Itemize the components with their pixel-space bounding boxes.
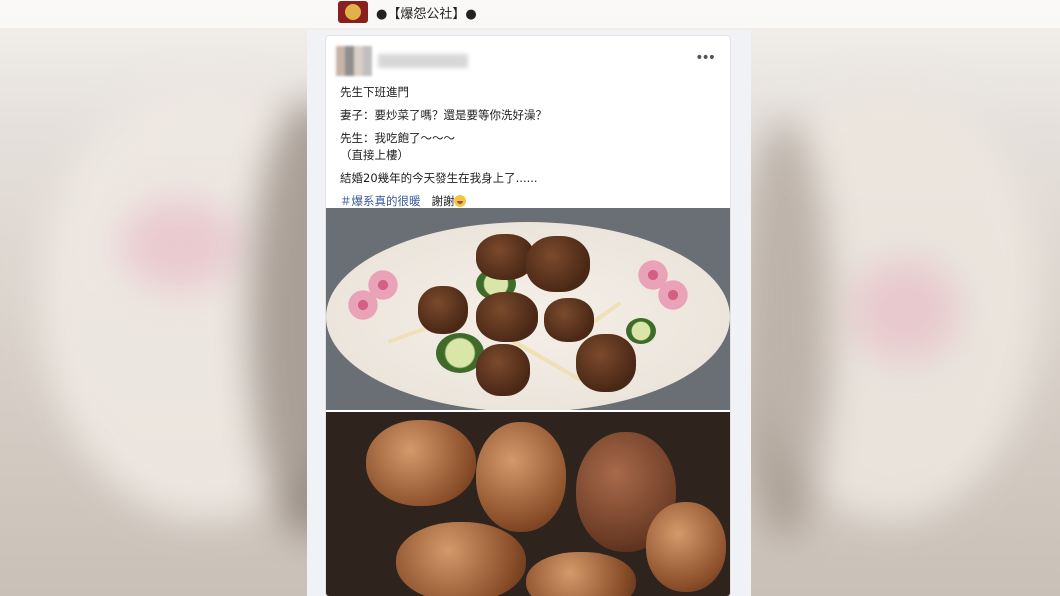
post-line: 結婚20幾年的今天發生在我身上了...... <box>340 171 538 185</box>
page-avatar[interactable] <box>338 1 368 23</box>
plate-flower <box>636 258 670 292</box>
beef-cube <box>544 298 594 342</box>
background-flower-left <box>120 200 240 290</box>
more-options-icon[interactable]: ••• <box>695 50 716 66</box>
pork-knuckle <box>396 522 526 596</box>
post-photo-pork[interactable] <box>326 412 730 596</box>
pork-knuckle <box>366 420 476 506</box>
beef-cube <box>476 344 530 396</box>
page-header: ●【爆怨公社】● <box>338 0 477 24</box>
post-line: 先生下班進門 <box>340 85 409 99</box>
post-author <box>336 46 468 76</box>
beef-cube <box>576 334 636 392</box>
pork-knuckle <box>476 422 566 532</box>
beef-cube <box>418 286 468 334</box>
beef-cube <box>476 292 538 342</box>
pork-knuckle <box>526 552 636 596</box>
author-avatar-blurred[interactable] <box>336 46 372 76</box>
post-line: （直接上樓） <box>340 148 409 162</box>
post-card: ••• 先生下班進門 妻子：要炒菜了嗎？還是要等你洗好澡？ 先生：我吃飽了～～～… <box>326 36 730 596</box>
background-flower-right <box>850 260 960 360</box>
post-text: 先生下班進門 妻子：要炒菜了嗎？還是要等你洗好澡？ 先生：我吃飽了～～～ （直接… <box>340 84 720 210</box>
plate-flower <box>366 268 400 302</box>
smiling-face-icon <box>454 195 467 207</box>
page-name[interactable]: ●【爆怨公社】● <box>376 3 477 22</box>
post-line: 先生：我吃飽了～～～ <box>340 131 455 145</box>
thanks-text: 謝謝 <box>431 194 455 208</box>
zucchini-slice <box>626 318 656 344</box>
background-shadow-right <box>740 120 830 540</box>
post-line: 妻子：要炒菜了嗎？還是要等你洗好澡？ <box>340 108 547 122</box>
post-photo-beef[interactable] <box>326 208 730 410</box>
author-name-blurred[interactable] <box>378 54 468 68</box>
beef-cube <box>526 236 590 292</box>
background-top-strip <box>0 0 1060 28</box>
hashtag-link[interactable]: ＃爆系真的很暖 <box>340 194 421 208</box>
pork-knuckle <box>646 502 726 592</box>
